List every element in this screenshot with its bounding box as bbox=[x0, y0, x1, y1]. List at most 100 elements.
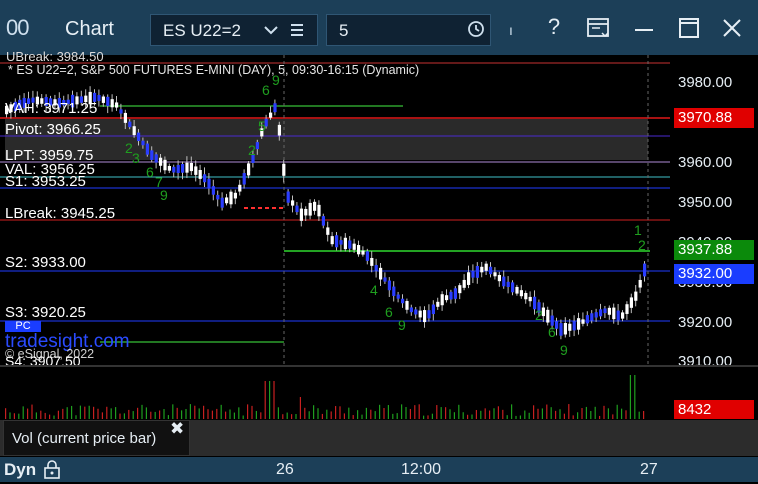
volume-bar bbox=[225, 411, 227, 419]
volume-bar bbox=[489, 410, 491, 419]
price-bar bbox=[128, 121, 132, 128]
price-bar bbox=[511, 282, 515, 293]
volume-bar bbox=[352, 415, 354, 419]
volume-axis[interactable]: 8432 bbox=[670, 367, 758, 419]
volume-bar bbox=[115, 407, 117, 419]
volume-bar bbox=[251, 405, 253, 419]
price-chart[interactable]: 23679256946926912 UBreak: 3984.50 * ES U… bbox=[0, 49, 670, 369]
study-close-icon[interactable]: ✖ bbox=[170, 419, 184, 439]
price-bar bbox=[339, 240, 343, 245]
price-bar bbox=[189, 162, 193, 172]
count-label: 9 bbox=[560, 342, 568, 358]
volume-bar bbox=[57, 410, 59, 419]
volume-bar bbox=[247, 404, 249, 419]
close-icon[interactable] bbox=[718, 14, 746, 42]
volume-bar bbox=[317, 408, 319, 419]
count-label: 2 bbox=[535, 307, 543, 323]
volume-bar bbox=[462, 412, 464, 419]
volume-bar bbox=[453, 412, 455, 419]
price-axis-label: 3960.00 bbox=[678, 154, 733, 171]
volume-bar bbox=[304, 407, 306, 419]
time-label: 12:00 bbox=[401, 461, 442, 478]
volume-bar bbox=[93, 406, 95, 419]
volume-bar bbox=[361, 414, 363, 419]
volume-bar bbox=[119, 413, 121, 419]
volume-bar bbox=[348, 407, 350, 419]
list-icon[interactable] bbox=[289, 18, 305, 45]
dyn-mode-label[interactable]: Dyn bbox=[4, 460, 36, 480]
price-bar bbox=[106, 96, 110, 107]
volume-bar bbox=[524, 410, 526, 419]
price-bar bbox=[321, 216, 325, 226]
time-axis[interactable]: Dyn 26 12:00 27 bbox=[0, 457, 758, 482]
price-axis-label: 3950.00 bbox=[678, 194, 733, 211]
price-bar bbox=[317, 204, 321, 217]
s1-label: S1: 3953.25 bbox=[5, 173, 86, 190]
price-bar bbox=[220, 197, 224, 208]
volume-bar bbox=[511, 404, 513, 419]
lock-icon[interactable] bbox=[43, 459, 61, 484]
volume-pane[interactable] bbox=[0, 367, 670, 419]
time-label: 26 bbox=[276, 461, 294, 478]
price-bar bbox=[304, 208, 308, 216]
volume-bar bbox=[137, 407, 139, 419]
app-icon[interactable]: 00 bbox=[6, 15, 30, 41]
interval-value[interactable]: 5 bbox=[339, 21, 348, 41]
volume-bar bbox=[440, 407, 442, 419]
volume-bar bbox=[176, 407, 178, 419]
volume-bar bbox=[277, 407, 279, 419]
symbol-value[interactable]: ES U22=2 bbox=[163, 21, 241, 41]
volume-bar bbox=[387, 405, 389, 419]
study-label-box[interactable]: Vol (current price bar) ✖ bbox=[3, 419, 190, 456]
vah-label: VAH: 3971.25 bbox=[5, 100, 98, 117]
volume-bar bbox=[79, 405, 81, 419]
minimize-icon[interactable] bbox=[630, 14, 658, 42]
symbol-dropdown-icon[interactable] bbox=[263, 19, 279, 46]
price-bar bbox=[418, 310, 422, 318]
price-bar bbox=[643, 263, 647, 277]
volume-bar bbox=[75, 415, 77, 419]
volume-bar bbox=[313, 405, 315, 419]
price-bar bbox=[475, 266, 479, 278]
layout-icon[interactable] bbox=[585, 14, 613, 42]
volume-bar bbox=[159, 410, 161, 419]
volume-bar bbox=[326, 409, 328, 419]
price-bar bbox=[242, 173, 246, 185]
price-bar bbox=[603, 308, 607, 314]
price-bar bbox=[269, 112, 273, 118]
volume-bar bbox=[563, 413, 565, 419]
price-bar bbox=[101, 96, 105, 103]
price-tag-green: 3937.88 bbox=[674, 240, 754, 260]
clock-icon[interactable] bbox=[467, 20, 485, 43]
price-bar bbox=[387, 280, 391, 291]
price-bar bbox=[141, 140, 145, 146]
volume-bar bbox=[242, 415, 244, 419]
price-axis-label: 3980.00 bbox=[678, 74, 733, 91]
volume-bar bbox=[634, 375, 636, 419]
interval-input[interactable]: 5 bbox=[326, 14, 491, 46]
volume-bar bbox=[255, 410, 257, 419]
price-axis[interactable]: 3980.00 3970.00 3960.00 3950.00 3940.00 … bbox=[670, 55, 758, 370]
volume-bar bbox=[568, 404, 570, 419]
volume-bar bbox=[629, 375, 631, 419]
count-label: 5 bbox=[258, 118, 266, 134]
price-bar bbox=[409, 307, 413, 313]
volume-bar bbox=[379, 404, 381, 419]
help-icon[interactable]: ? bbox=[540, 14, 568, 42]
volume-bar bbox=[616, 404, 618, 419]
volume-value-tag: 8432 bbox=[674, 400, 754, 419]
price-bar bbox=[445, 295, 449, 301]
volume-bar bbox=[88, 405, 90, 419]
price-bar bbox=[638, 279, 642, 288]
price-bar bbox=[502, 276, 506, 287]
volume-bar bbox=[357, 410, 359, 419]
price-bar bbox=[247, 163, 251, 176]
maximize-icon[interactable] bbox=[675, 14, 703, 42]
volume-bar bbox=[44, 412, 46, 419]
volume-bar bbox=[335, 406, 337, 419]
volume-bar bbox=[321, 413, 323, 419]
price-bar bbox=[185, 162, 189, 173]
price-bar bbox=[145, 143, 149, 155]
symbol-input[interactable]: ES U22=2 bbox=[150, 14, 318, 46]
price-bar bbox=[225, 197, 229, 204]
